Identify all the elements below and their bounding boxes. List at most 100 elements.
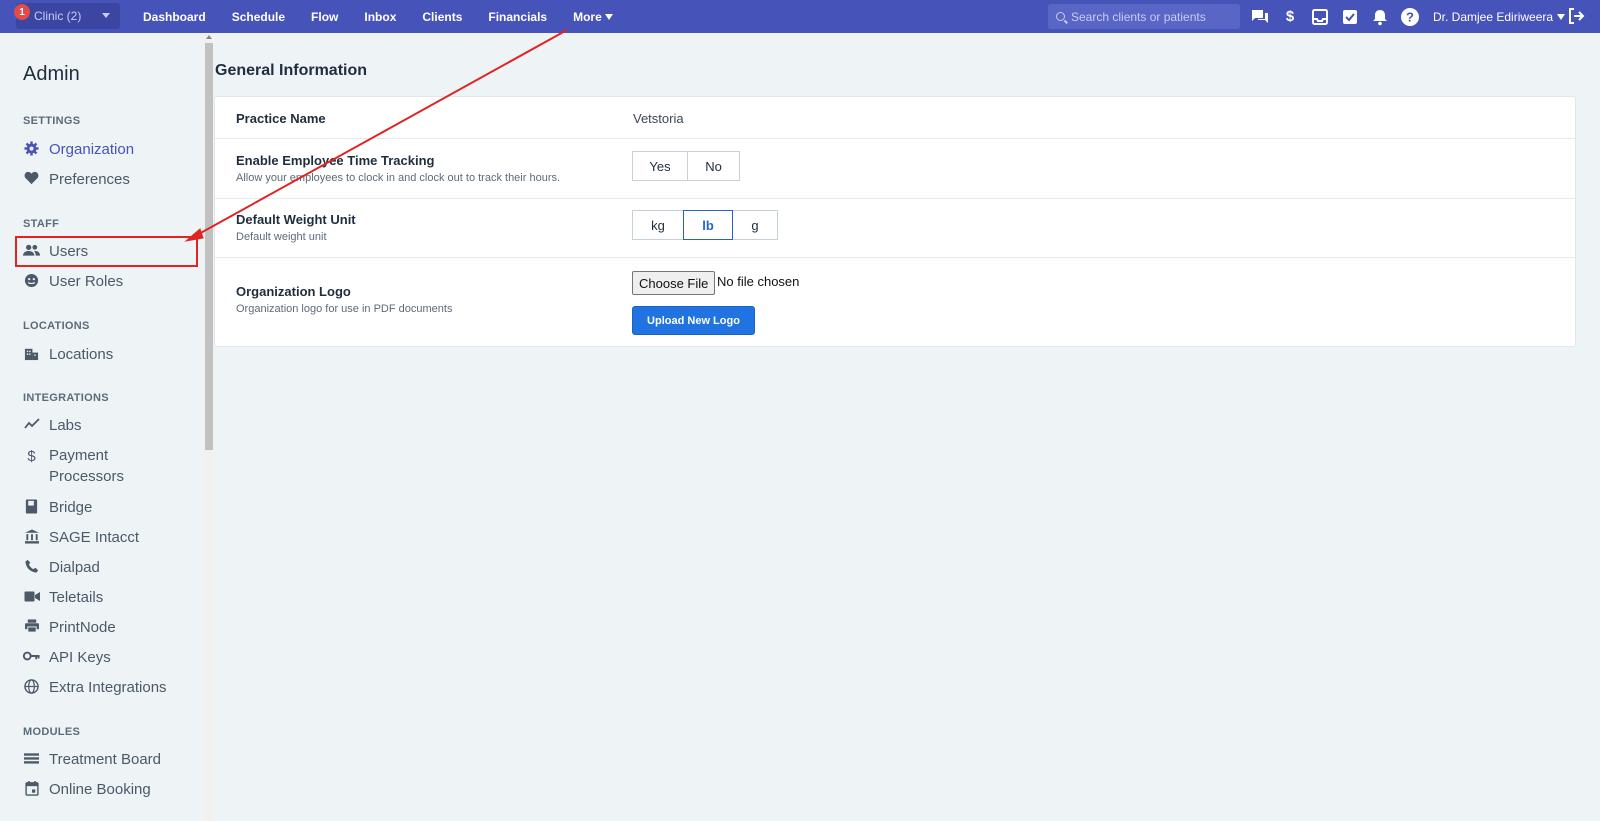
sidebar-item-extra-integrations[interactable]: Extra Integrations <box>23 677 198 698</box>
scroll-up-arrow-icon[interactable] <box>206 35 212 39</box>
sidebar-item-teletails[interactable]: Teletails <box>23 587 198 608</box>
choose-file-button[interactable]: Choose File <box>632 271 716 295</box>
sidebar-item-api-keys[interactable]: API Keys <box>23 647 198 668</box>
time-tracking-toggle: Yes No <box>632 151 740 181</box>
time-tracking-yes-button[interactable]: Yes <box>632 151 688 181</box>
annotation-highlight-box <box>15 236 198 267</box>
sidebar-title: Admin <box>23 63 80 85</box>
sidebar-item-label: Bridge <box>49 499 93 516</box>
sidebar-item-label: Extra Integrations <box>49 679 167 696</box>
bell-icon[interactable] <box>1370 7 1390 27</box>
printer-icon <box>23 617 40 635</box>
video-camera-icon <box>23 587 40 605</box>
organization-logo-description: Organization logo for use in PDF documen… <box>236 303 453 315</box>
chevron-down-icon <box>1557 13 1566 20</box>
top-icon-bar: $ ? <box>1250 0 1420 33</box>
nav-financials[interactable]: Financials <box>475 10 560 24</box>
section-integrations: INTEGRATIONS <box>23 392 109 404</box>
section-staff: STAFF <box>23 218 60 230</box>
chevron-down-icon <box>102 13 110 18</box>
sidebar-item-label: API Keys <box>49 649 111 666</box>
nav-schedule[interactable]: Schedule <box>219 10 298 24</box>
sidebar-item-preferences[interactable]: Preferences <box>23 169 198 190</box>
time-tracking-row: Enable Employee Time Tracking Allow your… <box>215 139 1575 199</box>
help-icon[interactable]: ? <box>1400 7 1420 27</box>
sidebar-item-locations[interactable]: Locations <box>23 344 198 365</box>
sidebar-item-bridge[interactable]: Bridge <box>23 497 198 518</box>
sidebar-item-labs[interactable]: Labs <box>23 415 198 436</box>
general-info-card: Practice Name Vetstoria Enable Employee … <box>214 96 1576 347</box>
user-name: Dr. Damjee Ediriweera <box>1433 9 1554 24</box>
sidebar-scrollbar[interactable] <box>204 33 213 821</box>
time-tracking-description: Allow your employees to clock in and clo… <box>236 172 561 184</box>
chat-icon[interactable] <box>1250 7 1270 27</box>
weight-unit-lb-button[interactable]: lb <box>683 210 733 240</box>
sidebar-item-label: Dialpad <box>49 559 100 576</box>
logout-icon[interactable] <box>1566 6 1586 26</box>
sidebar-item-label: Treatment Board <box>49 751 161 768</box>
main-nav: Dashboard Schedule Flow Inbox Clients Fi… <box>130 0 626 33</box>
globe-icon <box>23 677 40 695</box>
sidebar-item-label: User Roles <box>49 273 124 290</box>
nav-more-label: More <box>573 9 602 24</box>
nav-flow[interactable]: Flow <box>298 10 351 24</box>
inbox-tray-icon[interactable] <box>1310 7 1330 27</box>
no-file-chosen-text: No file chosen <box>717 274 800 289</box>
nav-clients[interactable]: Clients <box>409 10 475 24</box>
sidebar-item-user-roles[interactable]: User Roles <box>23 271 198 292</box>
weight-unit-kg-button[interactable]: kg <box>632 210 684 240</box>
sidebar-item-label: SAGE Intacct <box>49 529 140 546</box>
nav-inbox[interactable]: Inbox <box>351 10 409 24</box>
sidebar-item-label: PrintNode <box>49 619 116 636</box>
notification-badge: 1 <box>14 4 30 20</box>
sidebar-item-sage-intacct[interactable]: SAGE Intacct <box>23 527 198 548</box>
list-lines-icon <box>23 749 40 767</box>
nav-more[interactable]: More <box>560 10 626 24</box>
svg-text:?: ? <box>1406 9 1414 24</box>
clinic-selector[interactable]: Clinic (2) <box>16 3 120 29</box>
search-icon <box>1056 12 1065 21</box>
upload-new-logo-button[interactable]: Upload New Logo <box>632 306 755 335</box>
sidebar-item-payment-processors[interactable]: $ Payment Processors <box>23 445 198 487</box>
search-box[interactable] <box>1048 4 1240 29</box>
weight-unit-row: Default Weight Unit Default weight unit … <box>215 199 1575 258</box>
caret-down-icon <box>604 13 613 20</box>
sidebar-item-organization[interactable]: Organization <box>23 139 198 160</box>
practice-name-row: Practice Name Vetstoria <box>215 97 1575 139</box>
bank-icon <box>23 527 40 545</box>
heart-icon <box>23 169 40 187</box>
weight-unit-g-button[interactable]: g <box>732 210 778 240</box>
time-tracking-no-button[interactable]: No <box>687 151 740 181</box>
section-modules: MODULES <box>23 726 81 738</box>
user-menu[interactable]: Dr. Damjee Ediriweera <box>1433 0 1566 33</box>
weight-unit-label: Default Weight Unit <box>236 212 356 227</box>
organization-logo-label: Organization Logo <box>236 284 351 299</box>
sidebar-item-dialpad[interactable]: Dialpad <box>23 557 198 578</box>
page-title: General Information <box>215 62 368 79</box>
checkbox-icon[interactable] <box>1340 7 1360 27</box>
trend-line-icon <box>23 415 40 433</box>
nav-dashboard[interactable]: Dashboard <box>130 10 219 24</box>
search-input[interactable] <box>1071 9 1231 24</box>
time-tracking-label: Enable Employee Time Tracking <box>236 153 435 168</box>
top-navbar: 1 Clinic (2) Dashboard Schedule Flow Inb… <box>0 0 1600 33</box>
sidebar-item-label: Locations <box>49 346 114 363</box>
sidebar-item-label: Teletails <box>49 589 104 606</box>
sidebar-item-printnode[interactable]: PrintNode <box>23 617 198 638</box>
gear-icon <box>23 139 40 157</box>
weight-unit-description: Default weight unit <box>236 231 327 243</box>
sidebar-item-treatment-board[interactable]: Treatment Board <box>23 749 198 770</box>
dollar-icon[interactable]: $ <box>1280 7 1300 27</box>
face-icon <box>23 271 40 289</box>
section-locations: LOCATIONS <box>23 320 90 332</box>
practice-name-value: Vetstoria <box>633 111 684 126</box>
book-icon <box>23 497 40 515</box>
key-icon <box>23 647 40 665</box>
dollar-icon: $ <box>27 447 36 465</box>
sidebar-item-label: Payment Processors <box>49 447 125 485</box>
sidebar-item-online-booking[interactable]: Online Booking <box>23 779 198 800</box>
sidebar-item-label: Organization <box>49 141 135 158</box>
sidebar-item-label: Preferences <box>49 171 130 188</box>
calendar-icon <box>23 779 40 797</box>
scrollbar-thumb[interactable] <box>205 43 213 450</box>
